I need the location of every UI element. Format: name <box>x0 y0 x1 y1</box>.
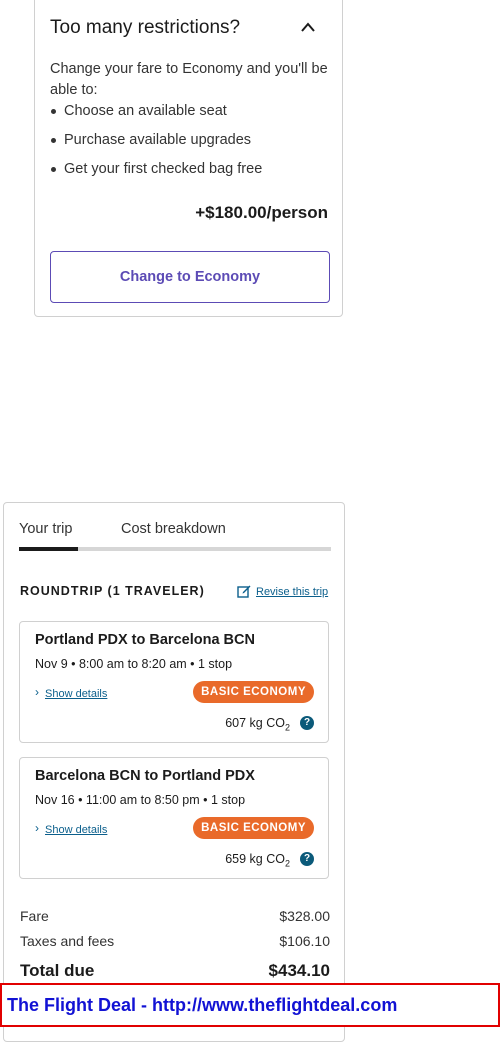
watermark-banner: The Flight Deal - http://www.theflightde… <box>0 983 500 1027</box>
co2-emissions: 659 kg CO2 <box>225 852 290 869</box>
benefit-item: Get your first checked bag free <box>50 155 262 184</box>
fare-row: Fare $328.00 <box>20 908 330 924</box>
flight-route: Barcelona BCN to Portland PDX <box>35 768 255 784</box>
flight-details: Nov 16 • 11:00 am to 8:50 pm • 1 stop <box>35 793 246 807</box>
tab-cost-breakdown[interactable]: Cost breakdown <box>121 521 226 537</box>
benefit-item: Purchase available upgrades <box>50 126 262 155</box>
flight-route: Portland PDX to Barcelona BCN <box>35 632 255 648</box>
trip-summary-card: Your trip Cost breakdown ROUNDTRIP (1 TR… <box>3 502 345 1042</box>
roundtrip-label: ROUNDTRIP (1 TRAVELER) <box>20 584 205 598</box>
fare-value: $328.00 <box>279 908 330 924</box>
taxes-row: Taxes and fees $106.10 <box>20 933 330 949</box>
tab-active-indicator <box>19 547 78 551</box>
restrictions-card: Too many restrictions? Change your fare … <box>34 0 343 317</box>
total-label: Total due <box>20 961 95 980</box>
show-details-label[interactable]: Show details <box>45 824 107 836</box>
flight-segment-outbound: Portland PDX to Barcelona BCN Nov 9 • 8:… <box>19 621 329 743</box>
edit-icon <box>237 585 251 598</box>
total-value: $434.10 <box>268 961 330 980</box>
benefits-list: Choose an available seat Purchase availa… <box>50 97 262 184</box>
restrictions-description: Change your fare to Economy and you'll b… <box>50 61 328 98</box>
benefit-item: Choose an available seat <box>50 97 262 126</box>
taxes-label: Taxes and fees <box>20 933 115 949</box>
co2-emissions: 607 kg CO2 <box>225 716 290 733</box>
fare-label: Fare <box>20 908 49 924</box>
chevron-up-icon[interactable] <box>300 21 316 33</box>
revise-trip-label[interactable]: Revise this trip <box>256 586 328 598</box>
help-icon[interactable]: ? <box>300 852 314 866</box>
restrictions-title: Too many restrictions? <box>50 17 241 38</box>
change-to-economy-button[interactable]: Change to Economy <box>50 251 330 303</box>
chevron-right-icon: › <box>35 821 39 835</box>
total-row: Total due $434.10 <box>20 961 330 981</box>
tab-your-trip[interactable]: Your trip <box>19 521 72 537</box>
upgrade-price: +$180.00/person <box>195 203 328 222</box>
chevron-right-icon: › <box>35 685 39 699</box>
flight-details: Nov 9 • 8:00 am to 8:20 am • 1 stop <box>35 657 233 671</box>
show-details-label[interactable]: Show details <box>45 688 107 700</box>
trip-tabs: Your trip Cost breakdown <box>19 521 331 551</box>
flight-segment-return: Barcelona BCN to Portland PDX Nov 16 • 1… <box>19 757 329 879</box>
watermark-text: The Flight Deal - http://www.theflightde… <box>7 995 398 1015</box>
help-icon[interactable]: ? <box>300 716 314 730</box>
fare-class-badge: BASIC ECONOMY <box>193 817 314 839</box>
fare-class-badge: BASIC ECONOMY <box>193 681 314 703</box>
taxes-value: $106.10 <box>279 933 330 949</box>
